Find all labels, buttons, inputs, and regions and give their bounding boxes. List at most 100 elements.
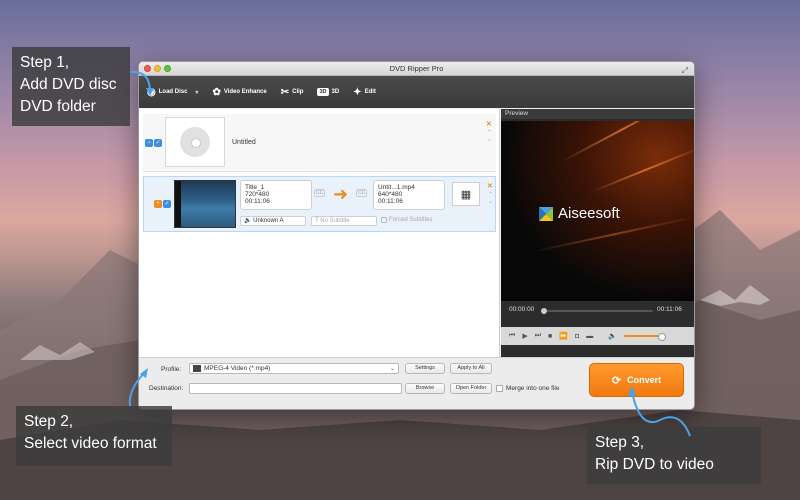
step1-callout: Step 1, Add DVD disc DVD folder <box>12 47 130 126</box>
source-title: Title_1 <box>245 184 265 191</box>
palette-icon: ✿ <box>212 86 221 98</box>
stop-icon[interactable]: ■ <box>548 333 552 340</box>
window-controls <box>144 65 171 72</box>
destination-field[interactable] <box>189 383 402 394</box>
brand-name: Aiseesoft <box>558 205 620 222</box>
maximize-window-button[interactable] <box>164 65 171 72</box>
forced-subtitles-box[interactable] <box>381 217 387 223</box>
clip-label: Clip <box>292 89 304 95</box>
disc-icon <box>180 127 210 157</box>
forced-subtitles-label: Forced Subtitles <box>389 217 433 223</box>
output-resolution: 640*480 <box>378 191 403 198</box>
play-icon[interactable]: ▶ <box>522 332 527 340</box>
clip-button[interactable]: ✂ Clip <box>281 87 304 98</box>
profile-value: MPEG-4 Video (*.mp4) <box>204 365 271 372</box>
convert-arrow-icon: ➜ <box>333 184 349 204</box>
convert-button[interactable]: ⟳ Convert <box>589 363 684 397</box>
load-disc-dropdown-icon[interactable]: ▾ <box>195 89 198 96</box>
seek-knob[interactable] <box>541 308 547 314</box>
profile-select[interactable]: MPEG-4 Video (*.mp4) ⌄ <box>189 363 399 374</box>
disc-title: Untitled <box>232 139 256 146</box>
source-duration: 00:11:06 <box>245 198 270 205</box>
subtitle-select[interactable]: T No Subtitle <box>311 216 377 226</box>
source-info: Title_1 720*480 00:11:06 <box>240 180 312 210</box>
merge-checkbox[interactable]: Merge into one file <box>496 385 559 392</box>
aiseesoft-logo: Aiseesoft <box>539 205 620 222</box>
preview-panel: Preview Aiseesoft 00:00:00 00:11:06 ⏮ ▶ <box>501 109 694 357</box>
sparkle-icon: ✦ <box>353 86 362 98</box>
output-cc-icon: CC <box>356 189 368 197</box>
step1-line1: Step 1, <box>20 54 70 71</box>
open-folder-button[interactable]: Open Folder <box>450 383 492 394</box>
apply-to-all-button[interactable]: Apply to All <box>450 363 492 374</box>
3d-button[interactable]: 3D 3D <box>317 88 339 96</box>
disc-checkbox[interactable]: ✓ <box>154 139 162 147</box>
preview-label: Preview <box>501 109 694 119</box>
disc-row[interactable]: − ✓ Untitled ✕ ⌃ ⌄ <box>143 114 496 172</box>
audio-select[interactable]: 🔈 Unknown A <box>240 216 306 226</box>
time-end: 00:11:06 <box>657 306 682 313</box>
previous-icon[interactable]: ⏮ <box>509 332 515 340</box>
film-settings-icon[interactable]: ▦ <box>452 182 480 206</box>
video-row[interactable]: + ✓ Title_1 720*480 00:11:06 CC ➜ CC Unt… <box>143 176 496 232</box>
snapshot-icon[interactable]: ◘ <box>575 333 579 340</box>
collapse-icon[interactable]: − <box>145 139 153 147</box>
time-row: 00:00:00 00:11:06 <box>501 305 694 317</box>
load-disc-button[interactable]: ◉ Load Disc <box>147 87 187 98</box>
3d-label: 3D <box>331 89 340 95</box>
scissors-icon: ✂ <box>280 86 290 98</box>
step2-callout: Step 2, Select video format <box>16 406 172 466</box>
step1-line3: DVD folder <box>20 98 96 115</box>
profile-label: Profile: <box>161 366 182 373</box>
next-frame-icon[interactable]: ⏭ <box>535 332 541 340</box>
disc-add-icon: ◉ <box>147 86 156 98</box>
load-disc-label: Load Disc <box>158 89 188 95</box>
remove-video-icon[interactable]: ✕ <box>487 182 493 190</box>
audio-value: Unknown A <box>253 218 284 224</box>
video-thumbnail <box>174 180 236 228</box>
preview-video: Aiseesoft <box>501 121 694 301</box>
browse-button[interactable]: Browse <box>405 383 445 394</box>
merge-box[interactable] <box>496 385 503 392</box>
folder-icon[interactable]: ▬ <box>586 333 593 340</box>
video-enhance-button[interactable]: ✿ Video Enhance <box>212 87 266 98</box>
volume-icon[interactable]: 🔈 <box>608 332 617 340</box>
output-duration: 00:11:06 <box>378 198 403 205</box>
file-list: − ✓ Untitled ✕ ⌃ ⌄ + ✓ Title_1 720*480 00… <box>139 109 500 357</box>
settings-button[interactable]: Settings <box>405 363 445 374</box>
source-resolution: 720*480 <box>245 191 270 198</box>
destination-label: Destination: <box>149 385 184 392</box>
output-info[interactable]: Untit...1.mp4 640*480 00:11:06 <box>373 180 445 210</box>
video-enhance-label: Video Enhance <box>223 89 267 95</box>
window-title: DVD Ripper Pro <box>389 64 444 73</box>
reorder-video-icon[interactable]: ⌃ ⌄ <box>488 191 493 205</box>
convert-label: Convert <box>627 375 662 385</box>
merge-label: Merge into one file <box>506 385 560 392</box>
video-format-icon <box>193 365 201 372</box>
step3-line2: Rip DVD to video <box>595 456 714 473</box>
expand-icon[interactable]: + <box>154 200 162 208</box>
reorder-disc-icon[interactable]: ⌃ ⌄ <box>487 129 492 143</box>
edit-label: Edit <box>364 89 376 95</box>
app-window: DVD Ripper Pro ⤢ ◉ Load Disc ▾ ✿ Video E… <box>138 61 695 410</box>
fast-forward-icon[interactable]: ⏩ <box>559 332 568 340</box>
toolbar: ◉ Load Disc ▾ ✿ Video Enhance ✂ Clip 3D … <box>139 76 694 108</box>
fullscreen-icon[interactable]: ⤢ <box>682 64 688 78</box>
aiseesoft-logo-icon <box>539 206 553 221</box>
playback-controls: ⏮ ▶ ⏭ ■ ⏩ ◘ ▬ 🔈 <box>501 327 694 345</box>
minimize-window-button[interactable] <box>154 65 161 72</box>
step2-line2: Select video format <box>24 435 157 452</box>
video-checkbox[interactable]: ✓ <box>163 200 171 208</box>
output-name: Untit...1.mp4 <box>378 184 415 191</box>
time-start: 00:00:00 <box>509 306 535 313</box>
close-window-button[interactable] <box>144 65 151 72</box>
chevron-down-icon: ⌄ <box>389 366 395 372</box>
remove-disc-icon[interactable]: ✕ <box>486 120 492 128</box>
seek-bar[interactable] <box>541 308 653 314</box>
step3-callout: Step 3, Rip DVD to video <box>587 427 761 484</box>
step1-line2: Add DVD disc <box>20 76 117 93</box>
volume-slider[interactable] <box>623 333 666 341</box>
edit-button[interactable]: ✦ Edit <box>353 87 376 98</box>
subtitle-icon: T <box>315 218 319 224</box>
forced-subtitles-checkbox[interactable]: Forced Subtitles <box>381 217 432 223</box>
